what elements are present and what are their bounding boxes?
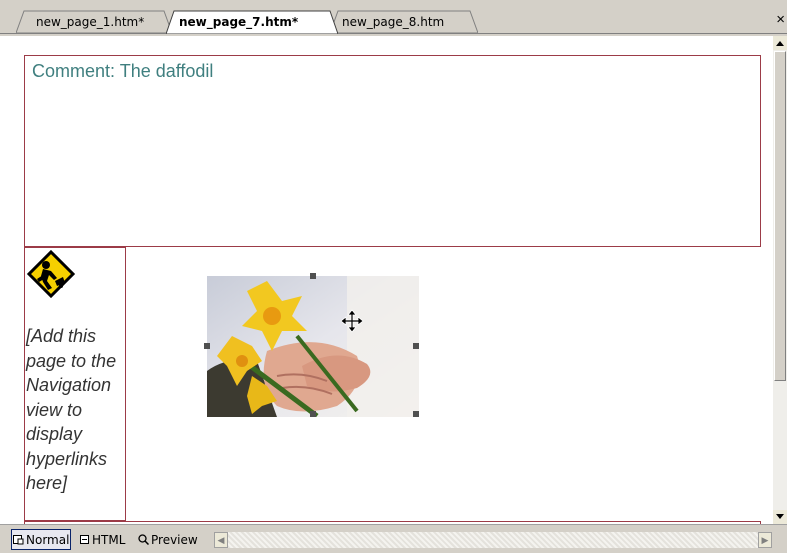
- vertical-scrollbar[interactable]: [773, 36, 787, 524]
- tab-label: new_page_1.htm*: [36, 15, 145, 29]
- resize-handle[interactable]: [413, 411, 419, 417]
- scroll-right-button[interactable]: ▶: [758, 532, 772, 548]
- under-construction-icon: [27, 250, 75, 298]
- preview-view-icon: [138, 534, 149, 545]
- html-view-button[interactable]: HTML: [80, 529, 125, 550]
- down-arrow-icon: [776, 514, 784, 519]
- scroll-left-button[interactable]: ◀: [214, 532, 228, 548]
- page-editor[interactable]: Comment: The daffodil [Add this page to …: [0, 36, 773, 524]
- close-icon[interactable]: ×: [776, 12, 785, 27]
- horizontal-scroll-track[interactable]: [228, 532, 758, 548]
- tab-new-page-1[interactable]: new_page_1.htm*: [16, 10, 172, 34]
- scroll-up-button[interactable]: [773, 36, 787, 50]
- scroll-down-button[interactable]: [773, 510, 787, 524]
- normal-view-button[interactable]: Normal: [11, 529, 72, 550]
- right-arrow-icon: ▶: [761, 535, 769, 545]
- html-view-icon: [80, 534, 89, 544]
- navigation-table-cell[interactable]: [Add this page to the Navigation view to…: [24, 247, 126, 521]
- document-tab-strip: new_page_1.htm* new_page_8.htm new_page_…: [0, 0, 787, 36]
- up-arrow-icon: [776, 41, 784, 46]
- navigation-placeholder-text: [Add this page to the Navigation view to…: [26, 326, 117, 493]
- tab-label: new_page_7.htm*: [179, 15, 299, 29]
- normal-view-icon: [13, 534, 24, 544]
- move-cursor-icon: [340, 309, 364, 333]
- html-view-label: HTML: [92, 532, 126, 547]
- tab-label: new_page_8.htm: [342, 15, 445, 29]
- scroll-thumb[interactable]: [774, 51, 786, 381]
- daffodil-photo[interactable]: [207, 276, 419, 417]
- resize-handle[interactable]: [310, 411, 316, 417]
- preview-view-button[interactable]: Preview: [138, 529, 198, 550]
- resize-handle[interactable]: [310, 273, 316, 279]
- normal-view-label: Normal: [26, 532, 70, 547]
- comment-table-cell[interactable]: Comment: The daffodil: [24, 55, 761, 247]
- resize-handle[interactable]: [413, 343, 419, 349]
- left-arrow-icon: ◀: [217, 535, 225, 545]
- tab-new-page-7[interactable]: new_page_7.htm*: [166, 10, 338, 34]
- comment-text: Comment: The daffodil: [32, 61, 214, 81]
- view-mode-bar: Normal HTML Preview ◀ ▶: [0, 524, 787, 553]
- tab-new-page-8[interactable]: new_page_8.htm: [330, 10, 478, 34]
- resize-handle[interactable]: [204, 343, 210, 349]
- preview-view-label: Preview: [151, 532, 198, 547]
